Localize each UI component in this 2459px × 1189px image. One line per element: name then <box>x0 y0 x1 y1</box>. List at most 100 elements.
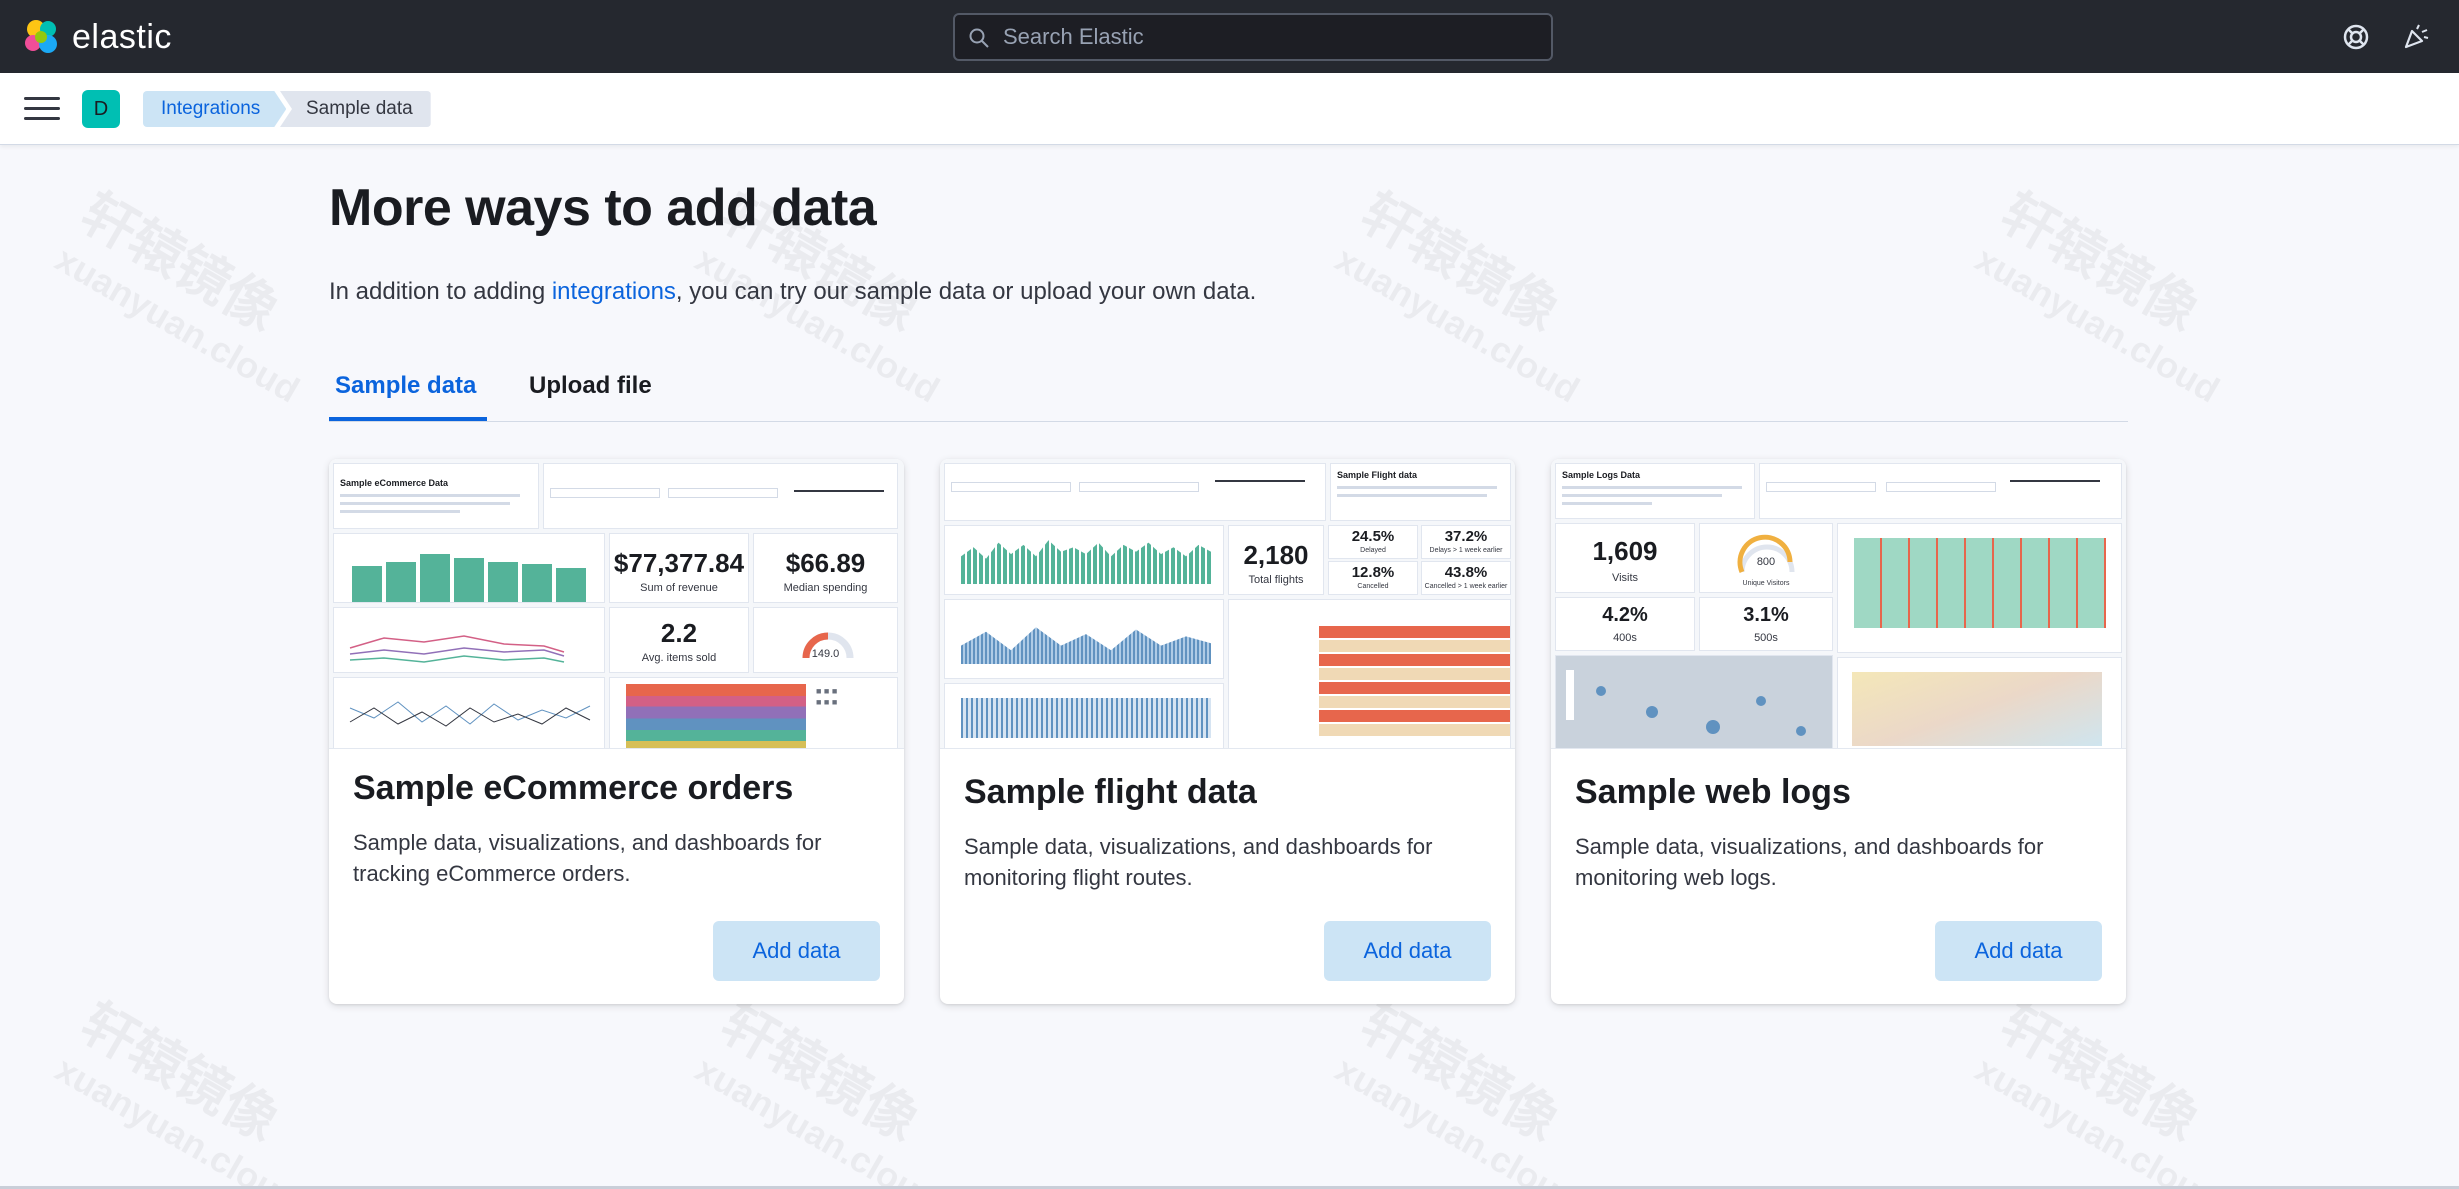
card-title: Sample flight data <box>964 773 1257 811</box>
watermark-text: 轩辕镜像 <box>1991 992 2209 1153</box>
median-value: $66.89 <box>785 548 866 578</box>
revenue-value: $77,377.84 <box>613 548 745 578</box>
total-flights-label: Total flights <box>1248 574 1304 586</box>
preview-bar-chart <box>333 533 605 603</box>
intro-text-end: , you can try our sample data or upload … <box>675 278 1257 305</box>
card-description: Sample data, visualizations, and dashboa… <box>1575 834 2044 890</box>
add-ecommerce-data-button[interactable]: Add data <box>713 921 880 981</box>
preview-gauge: 800 Unique Visitors <box>1699 523 1833 593</box>
preview-markdown-panel: Sample eCommerce Data <box>333 463 539 529</box>
menu-toggle-button[interactable] <box>24 97 60 123</box>
preview-table <box>1228 599 1511 748</box>
watermark: 轩辕镜像 xuanyuan.cloud <box>1968 980 2266 1189</box>
preview-stacked-bars: ■ ■ ■ ■ ■ ■ <box>609 677 898 748</box>
errors-400-value: 4.2% <box>1602 604 1648 626</box>
preview-visits: 1,609 Visits <box>1555 523 1695 593</box>
preview-controls-panel <box>543 463 898 529</box>
cancelled-earlier-label: Cancelled > 1 week earlier <box>1424 583 1508 590</box>
preview-response-codes-chart <box>1837 523 2122 653</box>
preview-markdown-panel: Sample Logs Data <box>1555 463 1755 519</box>
watermark-text: 轩辕镜像 <box>71 992 289 1153</box>
preview-heading: Sample Flight data <box>1337 470 1418 480</box>
ecommerce-dashboard-preview: Sample eCommerce Data $77,377.84 Sum of … <box>329 459 904 749</box>
search-icon <box>969 28 989 48</box>
sample-card-flights: Sample Flight data 2,180 Total flights 2… <box>940 459 1515 1004</box>
watermark-subtext: xuanyuan.cloud <box>688 1048 947 1189</box>
sample-card-ecommerce: Sample eCommerce Data $77,377.84 Sum of … <box>329 459 904 1004</box>
preview-controls-panel <box>944 463 1326 521</box>
preview-errors-500: 3.1% 500s <box>1699 597 1833 651</box>
search-input[interactable] <box>1003 24 1551 50</box>
cancelled-value: 12.8% <box>1351 564 1395 581</box>
weblogs-dashboard-preview: Sample Logs Data 1,609 Visits 800 Unique… <box>1551 459 2126 749</box>
elastic-logo[interactable]: elastic <box>22 17 172 57</box>
global-search[interactable] <box>953 13 1553 61</box>
help-icon[interactable] <box>2340 21 2372 53</box>
watermark-subtext: xuanyuan.cloud <box>1968 1048 2227 1189</box>
card-description: Sample data, visualizations, and dashboa… <box>964 834 1433 890</box>
preview-metric-revenue: $77,377.84 Sum of revenue <box>609 533 749 603</box>
watermark-subtext: xuanyuan.cloud <box>1328 1048 1587 1189</box>
preview-total-flights: 2,180 Total flights <box>1228 525 1324 595</box>
cancelled-earlier-value: 43.8% <box>1444 564 1488 581</box>
hamburger-icon-line <box>24 107 60 110</box>
breadcrumb-bar: D Integrations Sample data <box>0 73 2459 145</box>
elastic-logo-icon <box>25 20 57 53</box>
gauge-label: Unique Visitors <box>1742 580 1790 587</box>
card-title: Sample web logs <box>1575 773 1851 811</box>
active-tab-indicator <box>329 417 487 421</box>
tab-upload-file[interactable]: Upload file <box>529 372 652 400</box>
watermark: 轩辕镜像 xuanyuan.cloud <box>688 980 986 1189</box>
tab-bar: Sample data Upload file <box>329 362 2128 422</box>
watermark-text: 轩辕镜像 <box>711 992 929 1153</box>
hamburger-icon-line <box>24 97 60 100</box>
flights-dashboard-preview: Sample Flight data 2,180 Total flights 2… <box>940 459 1515 749</box>
brand-name: elastic <box>72 17 172 56</box>
space-avatar[interactable]: D <box>82 90 120 128</box>
preview-multi-line-chart-lines <box>349 701 591 727</box>
errors-500-value: 3.1% <box>1743 604 1789 626</box>
tab-sample-data[interactable]: Sample data <box>335 372 476 400</box>
preview-gauge: 149.0 <box>753 607 898 673</box>
preview-heading: Sample eCommerce Data <box>340 478 449 488</box>
preview-errors-400: 4.2% 400s <box>1555 597 1695 651</box>
news-feed-icon[interactable] <box>2400 21 2432 53</box>
gauge-value: 800 <box>1756 556 1776 568</box>
watermark: 轩辕镜像 xuanyuan.cloud <box>1328 980 1626 1189</box>
visits-label: Visits <box>1611 572 1639 584</box>
preview-bar-chart-lower <box>944 683 1224 748</box>
add-flight-data-button[interactable]: Add data <box>1324 921 1491 981</box>
revenue-label: Sum of revenue <box>640 582 718 594</box>
preview-multi-line-chart <box>333 677 605 748</box>
delayed-label: Delayed <box>1360 547 1386 554</box>
top-header: elastic <box>0 0 2459 73</box>
watermark: 轩辕镜像 xuanyuan.cloud <box>48 980 346 1189</box>
preview-gauge-arc <box>802 632 854 659</box>
page-title: More ways to add data <box>329 179 877 237</box>
preview-stat-delayed: 24.5% Delayed <box>1328 525 1418 559</box>
add-weblogs-data-button[interactable]: Add data <box>1935 921 2102 981</box>
preview-line-chart <box>333 607 605 673</box>
preview-metric-median: $66.89 Median spending <box>753 533 898 603</box>
watermark-text: 轩辕镜像 <box>1351 992 1569 1153</box>
gauge-value: 149.0 <box>811 648 840 660</box>
card-title: Sample eCommerce orders <box>353 769 794 807</box>
preview-map <box>1555 655 1833 748</box>
watermark-subtext: xuanyuan.cloud <box>48 238 307 411</box>
breadcrumb-sample-data: Sample data <box>280 91 431 127</box>
breadcrumb-integrations[interactable]: Integrations <box>143 91 286 127</box>
errors-400-label: 400s <box>1613 632 1637 644</box>
watermark: 轩辕镜像 xuanyuan.cloud <box>48 170 346 412</box>
preview-line-chart-lines <box>349 635 565 663</box>
cancelled-label: Cancelled <box>1357 583 1389 590</box>
visits-value: 1,609 <box>1592 536 1658 566</box>
preview-markdown-panel: Sample Flight data <box>1330 463 1511 521</box>
preview-stat-delays: 37.2% Delays > 1 week earlier <box>1421 525 1511 559</box>
delays-label: Delays > 1 week earlier <box>1429 547 1503 554</box>
preview-controls-panel <box>1759 463 2122 519</box>
total-flights-value: 2,180 <box>1243 540 1309 570</box>
sample-card-weblogs: Sample Logs Data 1,609 Visits 800 Unique… <box>1551 459 2126 1004</box>
preview-area-chart <box>944 599 1224 679</box>
watermark-text: 轩辕镜像 <box>71 182 289 343</box>
integrations-link[interactable]: integrations <box>552 278 676 305</box>
